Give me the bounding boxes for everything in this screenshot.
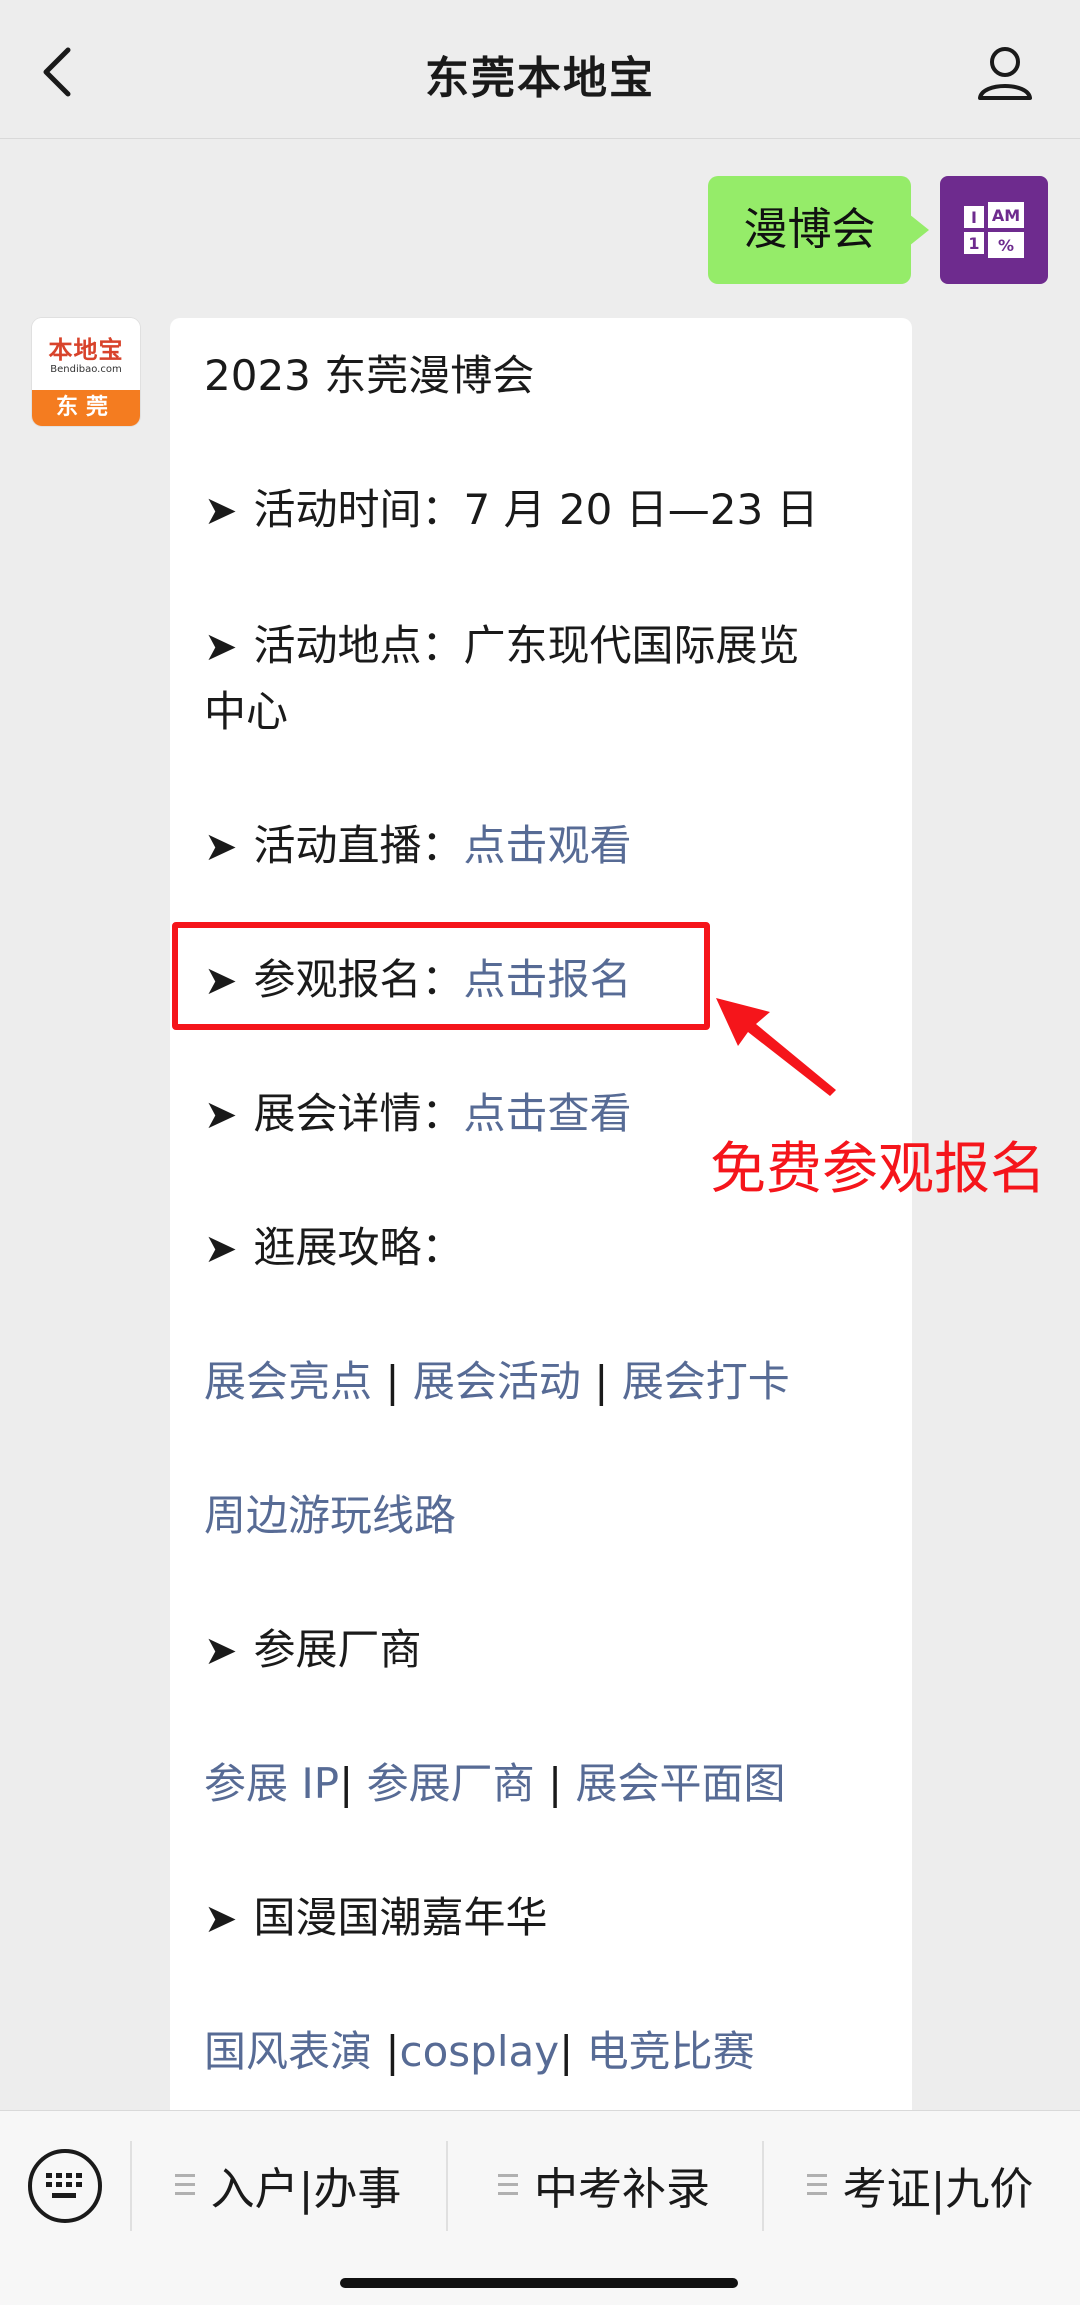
- menu-list-icon: [174, 2174, 195, 2196]
- incoming-message-card: 2023 东莞漫博会 ➤ 活动时间：7 月 20 日—23 日 ➤ 活动地点：广东现…: [170, 318, 912, 2218]
- separator: |: [385, 2027, 400, 2076]
- red-arrow-icon: [716, 998, 836, 1096]
- separator: |: [385, 1357, 400, 1406]
- activities-link[interactable]: 展会活动: [413, 1357, 581, 1406]
- avatar-url: Bendibao.com: [50, 364, 122, 375]
- carnival-label: 国漫国潮嘉年华: [253, 1893, 548, 1942]
- watch-live-link[interactable]: 点击观看: [464, 821, 632, 870]
- view-detail-link[interactable]: 点击查看: [464, 1089, 632, 1138]
- guofeng-link[interactable]: 国风表演: [204, 2027, 385, 2076]
- chat-title: 东莞本地宝: [425, 53, 655, 104]
- exhibitors-link[interactable]: 参展厂商: [367, 1759, 535, 1808]
- exhibitors-label: 参展厂商: [253, 1625, 422, 1674]
- avatar-brand: 本地宝: [48, 336, 124, 364]
- nearby-route-link[interactable]: 周边游玩线路: [204, 1482, 456, 1543]
- menu-item-3[interactable]: 考证|九价: [764, 2135, 1076, 2235]
- article-title: 2023 东莞漫博会: [204, 351, 535, 400]
- time-value: 7 月 20 日—23 日: [463, 485, 819, 534]
- cosplay-link[interactable]: cosplay: [400, 2027, 560, 2076]
- place-value: 广东现代国际展览: [463, 621, 800, 670]
- arrow-icon: ➤: [204, 824, 238, 870]
- guide-links-row: 展会亮点 | 展会活动 | 展会打卡: [204, 1348, 790, 1409]
- menu-list-icon: [806, 2174, 827, 2196]
- menu-item-3-label: 考证|九价: [842, 2164, 1034, 2215]
- avatar-tile: AM: [988, 202, 1024, 228]
- carnival-row: ➤ 国漫国潮嘉年华: [204, 1884, 548, 1945]
- floorplan-link[interactable]: 展会平面图: [575, 1759, 785, 1808]
- esports-link[interactable]: 电竞比赛: [573, 2027, 755, 2076]
- separator: |: [547, 1759, 563, 1808]
- arrow-icon: ➤: [204, 1226, 238, 1272]
- bendibao-avatar[interactable]: 本地宝 Bendibao.com 东莞: [32, 318, 140, 426]
- chat-header: 东莞本地宝: [0, 0, 1080, 139]
- time-label: 活动时间：: [253, 485, 464, 534]
- guide-label: 逛展攻略：: [253, 1223, 464, 1272]
- exhibitors-row: ➤ 参展厂商: [204, 1616, 422, 1677]
- live-label: 活动直播：: [253, 821, 464, 870]
- menu-item-2-label: 中考补录: [534, 2164, 710, 2215]
- outgoing-message-bubble[interactable]: 漫博会: [708, 176, 929, 284]
- menu-item-1[interactable]: 入户|办事: [132, 2135, 444, 2235]
- place-value-continued: 中心: [204, 687, 289, 736]
- avatar-tile: %: [988, 232, 1024, 258]
- arrow-icon: ➤: [204, 624, 238, 670]
- exhibitor-links-row: 参展 IP| 参展厂商 | 展会平面图: [204, 1750, 786, 1811]
- arrow-icon: ➤: [204, 1628, 238, 1674]
- guide-row: ➤ 逛展攻略：: [204, 1214, 464, 1275]
- my-avatar[interactable]: I AM 1 %: [940, 176, 1048, 284]
- separator: |: [594, 1357, 609, 1406]
- checkin-link[interactable]: 展会打卡: [622, 1357, 790, 1406]
- menu-item-2[interactable]: 中考补录: [448, 2135, 760, 2235]
- nearby-route-text[interactable]: 周边游玩线路: [204, 1491, 456, 1540]
- detail-row: ➤ 展会详情：点击查看: [204, 1080, 632, 1141]
- avatar-tile: 1: [964, 232, 984, 254]
- ip-link[interactable]: 参展 IP: [204, 1759, 339, 1808]
- menu-list-icon: [498, 2174, 518, 2196]
- place-label: 活动地点：: [253, 621, 464, 670]
- highlight-box: [172, 922, 710, 1030]
- user-icon[interactable]: [976, 44, 1034, 102]
- activity-place-row: ➤ 活动地点：广东现代国际展览: [204, 612, 800, 673]
- activity-time-row: ➤ 活动时间：7 月 20 日—23 日: [204, 476, 819, 537]
- live-row: ➤ 活动直播：点击观看: [204, 812, 632, 873]
- menu-item-1-label: 入户|办事: [210, 2164, 402, 2215]
- arrow-icon: ➤: [204, 1896, 238, 1942]
- arrow-icon: ➤: [204, 1092, 238, 1138]
- bottom-menu-bar: 入户|办事 中考补录 考证|九价: [0, 2110, 1080, 2305]
- keyboard-icon[interactable]: [28, 2149, 102, 2223]
- highlights-link[interactable]: 展会亮点: [204, 1357, 372, 1406]
- keyboard-keys: [46, 2173, 82, 2198]
- separator: |: [339, 1759, 354, 1808]
- avatar-city: 东莞: [32, 390, 140, 426]
- home-indicator[interactable]: [340, 2278, 738, 2288]
- arrow-icon: ➤: [204, 488, 238, 534]
- avatar-tile: I: [964, 206, 984, 228]
- separator: |: [559, 2027, 574, 2076]
- detail-label: 展会详情：: [253, 1089, 464, 1138]
- annotation-text: 免费参观报名: [710, 1137, 1046, 1202]
- carnival-links-row: 国风表演 |cosplay| 电竞比赛: [204, 2018, 755, 2079]
